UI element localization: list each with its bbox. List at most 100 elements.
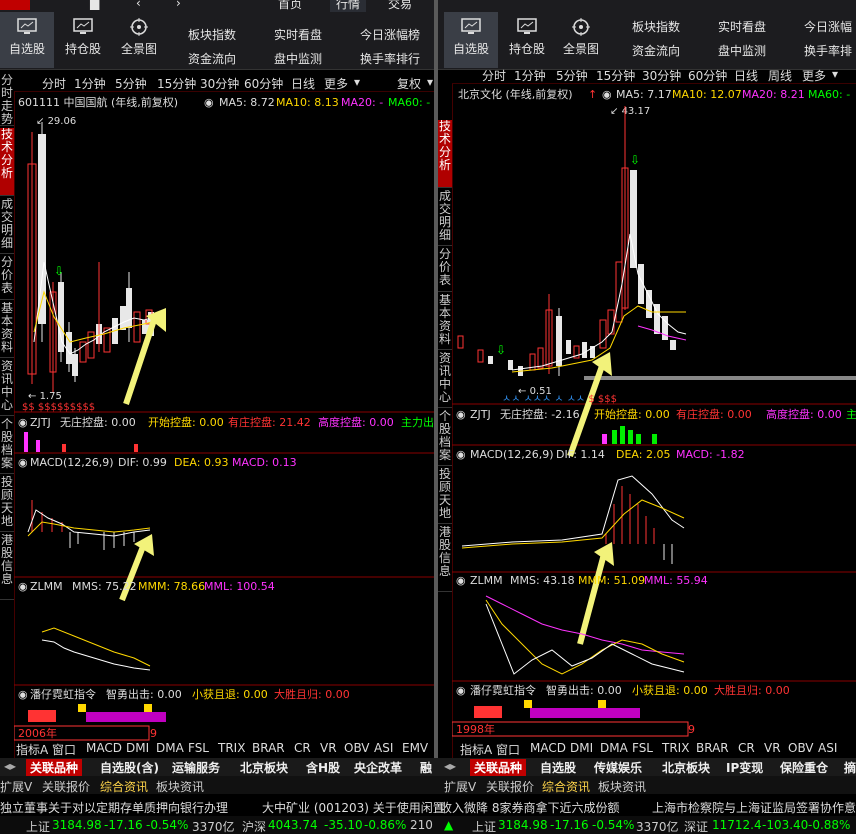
menu-sector-index[interactable]: 板块指数 (188, 26, 236, 43)
forward-icon[interactable]: › (176, 0, 181, 10)
menu-turnover[interactable]: 换手率排行 (360, 50, 420, 67)
indicator-tab[interactable]: ASI (818, 741, 837, 755)
macd-dropdown-icon[interactable]: ◉ (456, 448, 466, 461)
nav-home[interactable]: 首页 (278, 0, 302, 12)
tab-more[interactable]: 融 (416, 759, 436, 776)
vtab-deals[interactable]: 成交明细 (0, 198, 14, 254)
indicator-tab[interactable]: 指标A (460, 741, 492, 758)
tab-beijing[interactable]: 北京板块 (658, 759, 714, 776)
tab-sector-news[interactable]: 板块资讯 (598, 778, 646, 795)
tab-news[interactable]: 综合资讯 (542, 778, 590, 795)
period-tab[interactable]: 分时 (42, 75, 66, 92)
fq-button[interactable]: 复权 (397, 75, 421, 92)
vtab-news[interactable]: 资讯中心 (0, 360, 14, 416)
vtab-profile[interactable]: 基本资料 (0, 302, 14, 358)
scroll-left-icon[interactable]: ◂▸ (440, 759, 460, 776)
ma-dropdown-icon[interactable]: ◉ (204, 96, 214, 109)
tab-related-quote[interactable]: 关联报价 (486, 778, 534, 795)
indicator-tab[interactable]: OBV (344, 741, 370, 755)
news-item[interactable]: 收入微降 8家券商拿下近六成份额 (440, 799, 619, 816)
period-tab-more[interactable]: 更多 (802, 67, 826, 84)
period-tab[interactable]: 30分钟 (200, 75, 239, 92)
menu-top-gainers[interactable]: 今日涨幅 (804, 18, 852, 35)
menu-sector-index[interactable]: 板块指数 (632, 18, 680, 35)
more-dropdown-icon[interactable]: ▾ (354, 75, 360, 89)
indicator-tab[interactable]: MACD (530, 741, 566, 755)
tab-expand[interactable]: 扩展V (444, 778, 476, 795)
period-tab[interactable]: 15分钟 (596, 67, 635, 84)
period-tab[interactable]: 5分钟 (556, 67, 588, 84)
menu-top-gainers[interactable]: 今日涨幅榜 (360, 26, 420, 43)
indicator-tab[interactable]: CR (294, 741, 311, 755)
tab-news[interactable]: 综合资讯 (100, 778, 148, 795)
period-tab[interactable]: 1分钟 (74, 75, 106, 92)
period-tab-more[interactable]: 更多 (324, 75, 348, 92)
vtab-technical[interactable]: 技术分析 (0, 128, 14, 196)
indicator-tab[interactable]: ASI (374, 741, 393, 755)
period-tab[interactable]: 日线 (734, 67, 758, 84)
indicator-tab[interactable]: OBV (788, 741, 814, 755)
tab-soe-reform[interactable]: 央企改革 (350, 759, 406, 776)
tab-transport[interactable]: 运输服务 (168, 759, 224, 776)
menu-fund-flow[interactable]: 资金流向 (632, 42, 680, 59)
holdings-button[interactable]: 持仓股 (56, 12, 110, 68)
scroll-left-icon[interactable]: ◂▸ (0, 759, 20, 776)
vtab-hk[interactable]: 港股信息 (438, 526, 452, 592)
indicator-tab[interactable]: DMI (570, 741, 593, 755)
zjtj-dropdown-icon[interactable]: ◉ (18, 416, 28, 429)
watchlist-button[interactable]: 自选股 (0, 12, 54, 68)
indicator-tab[interactable]: BRAR (252, 741, 285, 755)
back-icon[interactable]: ‹ (136, 0, 141, 10)
nav-market[interactable]: 行情 (330, 0, 367, 12)
zlmm-dropdown-icon[interactable]: ◉ (18, 580, 28, 593)
period-tab[interactable]: 60分钟 (244, 75, 283, 92)
period-tab[interactable]: 60分钟 (688, 67, 727, 84)
vtab-archive[interactable]: 个股档案 (438, 410, 452, 466)
indicator-tab[interactable]: VR (764, 741, 781, 755)
indicator-tab[interactable]: DMA (156, 741, 184, 755)
panorama-button[interactable]: 全景图 (554, 12, 608, 68)
vtab-news[interactable]: 资讯中心 (438, 352, 452, 408)
indicator-tab[interactable]: DMA (600, 741, 628, 755)
tab-h-share[interactable]: 含H股 (302, 759, 344, 776)
indicator-tab[interactable]: FSL (632, 741, 653, 755)
tab-beijing[interactable]: 北京板块 (236, 759, 292, 776)
period-tab[interactable]: 日线 (291, 75, 315, 92)
menu-monitor[interactable]: 盘中监测 (274, 50, 322, 67)
menu-realtime[interactable]: 实时看盘 (718, 18, 766, 35)
news-item[interactable]: 上海市检察院与上海证监局签署协作意 (652, 799, 856, 816)
home-square-icon[interactable]: ▇ (90, 0, 99, 10)
indicator-tab[interactable]: MACD (86, 741, 122, 755)
period-tab[interactable]: 1分钟 (514, 67, 546, 84)
zjtj-dropdown-icon[interactable]: ◉ (456, 408, 466, 421)
tab-insurance[interactable]: 保险重仓 (776, 759, 832, 776)
indicator-tab[interactable]: EMV (402, 741, 428, 755)
tab-watchlist[interactable]: 自选股 (536, 759, 580, 776)
vtab-timeshare[interactable]: 分时走势 (0, 74, 14, 126)
indicator-tab[interactable]: DMI (126, 741, 149, 755)
tab-related-quote[interactable]: 关联报价 (42, 778, 90, 795)
news-item[interactable]: 独立董事关于对以定期存单质押向银行办理 (0, 799, 228, 816)
indicator-tab[interactable]: 窗口 (52, 741, 76, 758)
zlmm-dropdown-icon[interactable]: ◉ (456, 574, 466, 587)
pan-dropdown-icon[interactable]: ◉ (18, 688, 28, 701)
tab-related[interactable]: 关联品种 (470, 759, 527, 776)
vtab-hk[interactable]: 港股信息 (0, 534, 14, 600)
vtab-price-table[interactable]: 分价表 (438, 248, 452, 292)
tab-expand[interactable]: 扩展V (0, 778, 32, 795)
vtab-deals[interactable]: 成交明细 (438, 190, 452, 246)
left-chart-area[interactable]: 601111 中国国航 (年线,前复权) ◉ MA5: 8.72 MA10: 8… (14, 92, 434, 758)
period-tab[interactable]: 分时 (482, 67, 506, 84)
holdings-button[interactable]: 持仓股 (500, 12, 554, 68)
fq-dropdown-icon[interactable]: ▾ (427, 75, 433, 89)
pan-dropdown-icon[interactable]: ◉ (456, 684, 466, 697)
macd-dropdown-icon[interactable]: ◉ (18, 456, 28, 469)
tab-sector-news[interactable]: 板块资讯 (156, 778, 204, 795)
ma-dropdown-icon[interactable]: ◉ (602, 88, 612, 101)
period-tab[interactable]: 30分钟 (642, 67, 681, 84)
tab-related[interactable]: 关联品种 (26, 759, 83, 776)
indicator-tab[interactable]: 窗口 (496, 741, 520, 758)
indicator-tab[interactable]: FSL (188, 741, 209, 755)
tab-watchlist[interactable]: 自选股(含) (96, 759, 163, 776)
tab-ip[interactable]: IP变现 (722, 759, 767, 776)
